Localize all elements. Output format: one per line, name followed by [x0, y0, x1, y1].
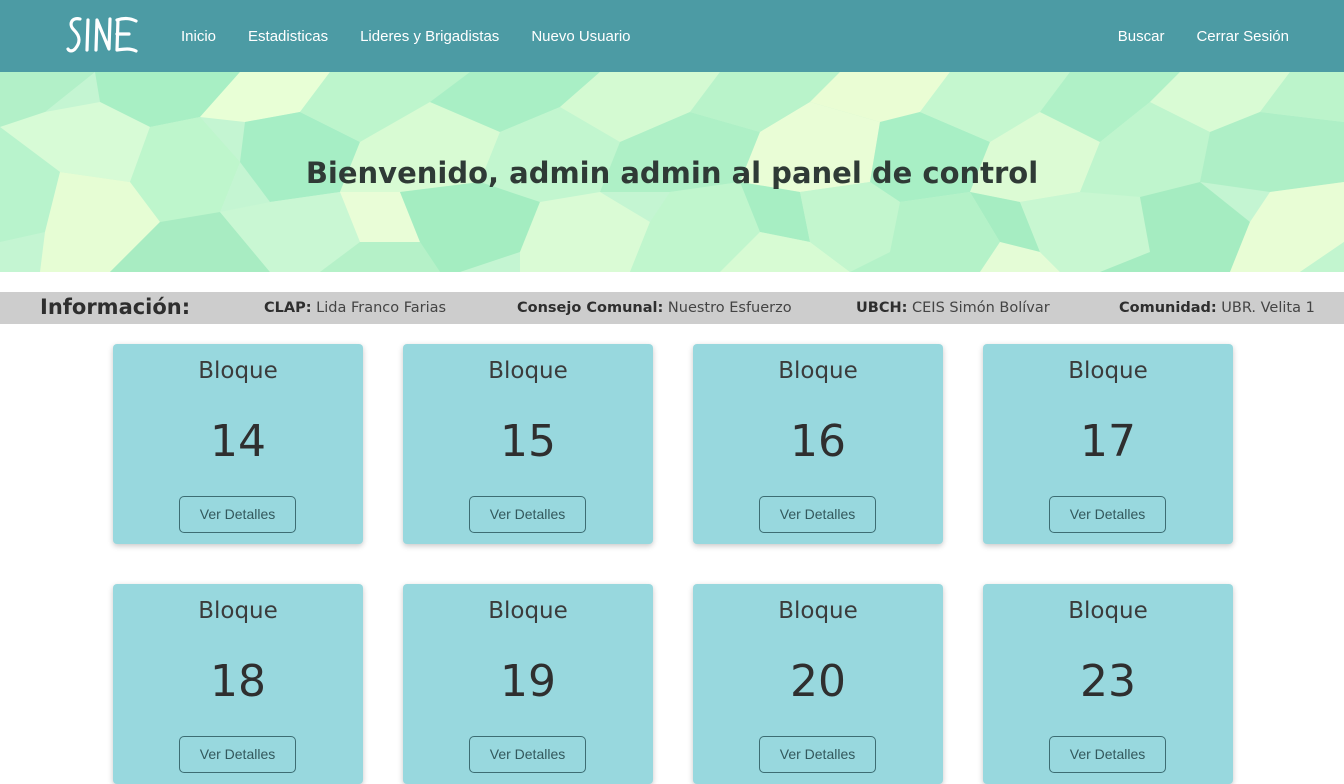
nav-link-lideres-brigadistas[interactable]: Lideres y Brigadistas: [344, 28, 515, 45]
info-heading: Información:: [40, 295, 191, 319]
bloque-card-number: 18: [210, 656, 266, 707]
bloque-card: Bloque 16 Ver Detalles: [693, 344, 943, 544]
info-ubch: UBCH: CEIS Simón Bolívar: [856, 300, 1050, 316]
nav-link-nuevo-usuario[interactable]: Nuevo Usuario: [515, 28, 646, 45]
info-clap-value: Lida Franco Farias: [316, 300, 447, 316]
bloque-card-label: Bloque: [1068, 598, 1148, 624]
top-navbar: Inicio Estadisticas Lideres y Brigadista…: [0, 0, 1344, 72]
ver-detalles-button[interactable]: Ver Detalles: [1049, 496, 1166, 533]
bloque-card-number: 15: [500, 416, 556, 467]
hero-banner: Bienvenido, admin admin al panel de cont…: [0, 72, 1344, 272]
bloque-card-number: 19: [500, 656, 556, 707]
bloque-card-number: 16: [790, 416, 846, 467]
info-ubch-label: UBCH:: [856, 300, 908, 316]
info-bar: Información: CLAP: Lida Franco Farias Co…: [0, 292, 1344, 324]
ver-detalles-button[interactable]: Ver Detalles: [469, 496, 586, 533]
info-consejo-comunal: Consejo Comunal: Nuestro Esfuerzo: [517, 300, 792, 316]
bloque-card-label: Bloque: [488, 358, 568, 384]
info-comunidad-value: UBR. Velita 1: [1221, 300, 1315, 316]
nav-link-inicio[interactable]: Inicio: [165, 28, 232, 45]
info-consejo-value: Nuestro Esfuerzo: [667, 300, 792, 316]
bloque-card: Bloque 23 Ver Detalles: [983, 584, 1233, 784]
nav-link-cerrar-sesion[interactable]: Cerrar Sesión: [1180, 28, 1305, 45]
bloque-card-number: 23: [1080, 656, 1136, 707]
bloque-card-label: Bloque: [778, 358, 858, 384]
bloque-card: Bloque 18 Ver Detalles: [113, 584, 363, 784]
bloque-card-label: Bloque: [778, 598, 858, 624]
info-comunidad: Comunidad: UBR. Velita 1: [1119, 300, 1315, 316]
welcome-heading: Bienvenido, admin admin al panel de cont…: [305, 156, 1039, 190]
ver-detalles-button[interactable]: Ver Detalles: [179, 496, 296, 533]
bloque-card-number: 14: [210, 416, 266, 467]
bloque-card-label: Bloque: [198, 358, 278, 384]
nav-link-estadisticas[interactable]: Estadisticas: [232, 28, 344, 45]
info-ubch-value: CEIS Simón Bolívar: [912, 300, 1050, 316]
nav-left-group: Inicio Estadisticas Lideres y Brigadista…: [165, 0, 647, 72]
bloque-card-number: 20: [790, 656, 846, 707]
info-clap-label: CLAP:: [264, 300, 312, 316]
ver-detalles-button[interactable]: Ver Detalles: [759, 496, 876, 533]
info-clap: CLAP: Lida Franco Farias: [264, 300, 446, 316]
bloque-card-label: Bloque: [488, 598, 568, 624]
ver-detalles-button[interactable]: Ver Detalles: [1049, 736, 1166, 773]
nav-link-buscar[interactable]: Buscar: [1102, 28, 1181, 45]
bloque-card-label: Bloque: [1068, 358, 1148, 384]
nav-right-group: Buscar Cerrar Sesión: [1102, 0, 1305, 72]
bloque-card: Bloque 19 Ver Detalles: [403, 584, 653, 784]
bloque-card: Bloque 20 Ver Detalles: [693, 584, 943, 784]
ver-detalles-button[interactable]: Ver Detalles: [469, 736, 586, 773]
bloque-card: Bloque 14 Ver Detalles: [113, 344, 363, 544]
bloque-card-label: Bloque: [198, 598, 278, 624]
ver-detalles-button[interactable]: Ver Detalles: [179, 736, 296, 773]
info-comunidad-label: Comunidad:: [1119, 300, 1217, 316]
bloque-card: Bloque 17 Ver Detalles: [983, 344, 1233, 544]
brand-logo[interactable]: [66, 12, 140, 58]
bloque-card-number: 17: [1080, 416, 1136, 467]
ver-detalles-button[interactable]: Ver Detalles: [759, 736, 876, 773]
brand-logo-mark: [66, 17, 138, 53]
info-consejo-label: Consejo Comunal:: [517, 300, 664, 316]
bloque-card: Bloque 15 Ver Detalles: [403, 344, 653, 544]
